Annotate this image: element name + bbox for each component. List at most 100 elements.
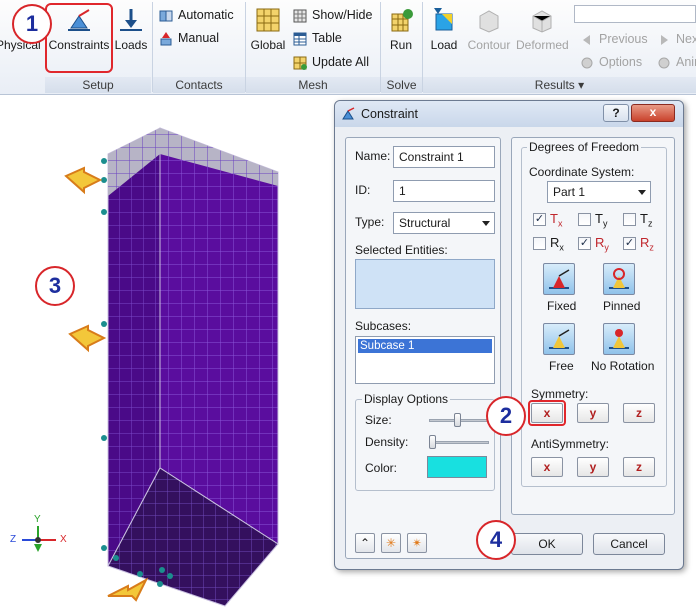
help-button[interactable]: ? bbox=[603, 104, 629, 122]
axis-y-label: Y bbox=[34, 514, 41, 525]
next-button[interactable]: Next bbox=[656, 29, 696, 49]
manual-button[interactable]: Manual bbox=[158, 28, 219, 48]
density-slider-track bbox=[429, 441, 489, 444]
id-field[interactable]: 1 bbox=[393, 180, 495, 202]
previous-icon bbox=[579, 32, 595, 48]
callout-3: 3 bbox=[35, 266, 75, 306]
rz-label: Rz bbox=[640, 235, 654, 253]
subcases-list[interactable]: Subcase 1 bbox=[355, 336, 495, 384]
show-hide-icon bbox=[292, 8, 308, 24]
load-results-button[interactable]: Load bbox=[426, 6, 462, 52]
name-field[interactable]: Constraint 1 bbox=[393, 146, 495, 168]
color-swatch[interactable] bbox=[427, 456, 487, 478]
pinned-button[interactable] bbox=[603, 263, 635, 295]
star-icon: ✴ bbox=[411, 536, 423, 550]
size-slider[interactable] bbox=[454, 413, 461, 427]
update-all-icon bbox=[292, 55, 308, 71]
free-label: Free bbox=[549, 359, 574, 373]
density-slider[interactable] bbox=[429, 435, 436, 449]
table-icon bbox=[292, 31, 308, 47]
contour-button[interactable]: Contour bbox=[464, 6, 514, 52]
run-button[interactable]: Run bbox=[384, 6, 418, 52]
name-label: Name: bbox=[355, 149, 391, 163]
group-label-setup: Setup bbox=[45, 77, 151, 93]
subcases-label: Subcases: bbox=[355, 319, 412, 333]
antisymmetry-label: AntiSymmetry: bbox=[531, 437, 610, 451]
highlight-button[interactable]: ✳ bbox=[381, 533, 401, 553]
coordinate-system-select[interactable]: Part 1 bbox=[547, 181, 651, 203]
ty-label: Ty bbox=[595, 211, 608, 229]
chevron-down-icon bbox=[638, 190, 646, 195]
group-label-solve: Solve bbox=[381, 77, 422, 93]
close-button[interactable]: x bbox=[631, 104, 675, 122]
callout-4: 4 bbox=[476, 520, 516, 560]
constraint-title-icon bbox=[341, 107, 355, 124]
options-button[interactable]: Options bbox=[579, 52, 642, 72]
symmetry-x-highlight bbox=[528, 400, 566, 426]
collapse-button[interactable]: ⌃ bbox=[355, 533, 375, 553]
fixed-icon bbox=[549, 269, 570, 289]
no-rotation-icon bbox=[609, 329, 629, 349]
pinned-icon bbox=[609, 268, 629, 289]
tx-checkbox[interactable]: ✓ bbox=[533, 213, 546, 226]
coordinate-system-label: Coordinate System: bbox=[529, 165, 635, 179]
symmetry-z-button[interactable]: z bbox=[623, 403, 655, 423]
manual-contact-icon bbox=[158, 31, 174, 47]
rx-label: Rx bbox=[550, 235, 564, 253]
animate-button[interactable]: Anim bbox=[656, 52, 696, 72]
tz-checkbox[interactable] bbox=[623, 213, 636, 226]
global-button[interactable]: Global bbox=[249, 6, 287, 52]
ok-button[interactable]: OK bbox=[511, 533, 583, 555]
options-icon bbox=[579, 55, 595, 71]
contour-icon bbox=[475, 6, 503, 34]
selected-entities-label: Selected Entities: bbox=[355, 243, 448, 257]
group-label-contacts: Contacts bbox=[153, 77, 245, 93]
deformed-button[interactable]: Deformed bbox=[516, 6, 569, 52]
fixed-button[interactable] bbox=[543, 263, 575, 295]
table-button[interactable]: Table bbox=[292, 28, 342, 48]
group-label-results[interactable]: Results ▾ bbox=[423, 77, 696, 93]
selected-entities-box[interactable] bbox=[355, 259, 495, 309]
rz-checkbox[interactable]: ✓ bbox=[623, 237, 636, 250]
cancel-button[interactable]: Cancel bbox=[593, 533, 665, 555]
ribbon: Physical Constraints Loads Automatic Man… bbox=[0, 0, 696, 95]
display-options-title: Display Options bbox=[362, 392, 451, 406]
rx-checkbox[interactable] bbox=[533, 237, 546, 250]
antisymmetry-y-button[interactable]: y bbox=[577, 457, 609, 477]
group-label-mesh: Mesh bbox=[246, 77, 380, 93]
automatic-button[interactable]: Automatic bbox=[158, 5, 234, 25]
load-arrow-icon bbox=[117, 6, 145, 34]
symmetry-label: Symmetry: bbox=[531, 387, 589, 401]
callout-2: 2 bbox=[486, 396, 526, 436]
automatic-contact-icon bbox=[158, 8, 174, 24]
chevron-up-icon: ⌃ bbox=[359, 536, 371, 550]
run-icon bbox=[387, 6, 415, 34]
fixed-label: Fixed bbox=[547, 299, 577, 313]
axis-z-label: Z bbox=[10, 534, 17, 545]
subcase-item[interactable]: Subcase 1 bbox=[358, 339, 492, 353]
type-select[interactable]: Structural bbox=[393, 212, 495, 234]
free-icon bbox=[549, 329, 570, 349]
color-label: Color: bbox=[365, 461, 398, 475]
pinned-label: Pinned bbox=[603, 299, 641, 313]
no-rotation-label: No Rotation bbox=[591, 359, 655, 373]
no-rotation-button[interactable] bbox=[603, 323, 635, 355]
antisymmetry-x-button[interactable]: x bbox=[531, 457, 563, 477]
global-mesh-icon bbox=[254, 6, 282, 34]
previous-button[interactable]: Previous bbox=[579, 29, 648, 49]
density-label: Density: bbox=[365, 435, 409, 449]
antisymmetry-z-button[interactable]: z bbox=[623, 457, 655, 477]
dialog-titlebar[interactable]: Constraint ? x bbox=[335, 101, 683, 127]
ty-checkbox[interactable] bbox=[578, 213, 591, 226]
ry-checkbox[interactable]: ✓ bbox=[578, 237, 591, 250]
loads-button[interactable]: Loads bbox=[113, 6, 149, 52]
symmetry-y-button[interactable]: y bbox=[577, 403, 609, 423]
show-hide-button[interactable]: Show/Hide bbox=[292, 5, 372, 25]
callout-1: 1 bbox=[12, 4, 52, 44]
highlight-all-button[interactable]: ✴ bbox=[407, 533, 427, 553]
dialog-title: Constraint bbox=[361, 107, 418, 121]
tz-label: Tz bbox=[640, 211, 653, 229]
free-button[interactable] bbox=[543, 323, 575, 355]
update-all-button[interactable]: Update All bbox=[292, 52, 369, 72]
results-selector[interactable] bbox=[574, 5, 696, 23]
